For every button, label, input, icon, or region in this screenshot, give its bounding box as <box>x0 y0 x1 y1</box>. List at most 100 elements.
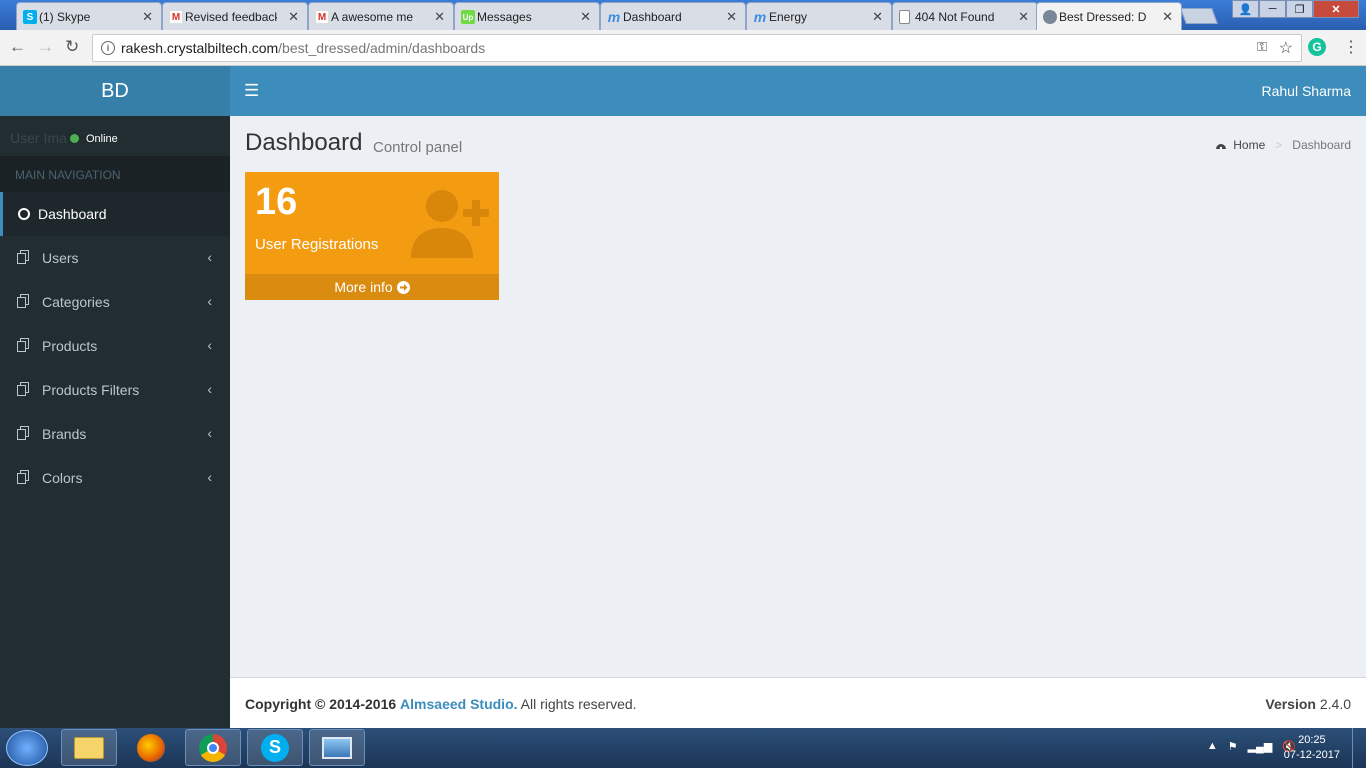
start-button[interactable] <box>6 730 48 766</box>
breadcrumb-home[interactable]: Home <box>1233 138 1265 152</box>
sidebar-header: MAIN NAVIGATION <box>0 156 230 192</box>
page-subtitle: Control panel <box>373 139 463 156</box>
minimize-button[interactable]: ─ <box>1259 0 1286 18</box>
restore-button[interactable]: ❐ <box>1286 0 1313 18</box>
user-image-alt: User Ima <box>10 130 67 146</box>
forward-arrow-icon[interactable]: → <box>37 37 54 57</box>
sidebar-item-label: Categories <box>42 294 110 310</box>
skype-icon: S <box>261 733 289 762</box>
chevron-left-icon: ‹ <box>207 337 212 353</box>
tab-best-dressed[interactable]: Best Dressed: D ✕ <box>1036 2 1182 30</box>
tab-title: Energy <box>769 9 808 24</box>
key-icon[interactable]: ⚿ <box>1257 39 1267 55</box>
network-signal-icon[interactable]: ▂▄▆ <box>1248 740 1273 753</box>
user-menu[interactable]: Rahul Sharma <box>1262 83 1352 99</box>
chevron-left-icon: ‹ <box>207 293 212 309</box>
firefox-taskbar-icon[interactable] <box>123 729 179 766</box>
page-icon <box>899 10 910 24</box>
user-status: Online <box>86 133 118 145</box>
copyright-text: Copyright © 2014-2016 <box>245 696 397 712</box>
sidebar-item-categories[interactable]: Categories ‹ <box>0 280 230 324</box>
db-icon <box>1043 10 1057 24</box>
sidebar-item-brands[interactable]: Brands ‹ <box>0 412 230 456</box>
info-icon[interactable]: i <box>101 41 115 55</box>
tab-404[interactable]: 404 Not Found ✕ <box>892 2 1038 30</box>
tab-title: Revised feedback <box>185 9 277 24</box>
copy-icon <box>17 470 29 484</box>
show-desktop-button[interactable] <box>1352 728 1366 768</box>
back-arrow-icon[interactable]: ← <box>9 37 26 57</box>
chevron-left-icon: ‹ <box>207 381 212 397</box>
skype-icon: S <box>23 10 37 24</box>
gmail-icon: M <box>315 10 329 24</box>
more-info-link[interactable]: More info <box>245 274 499 300</box>
copy-icon <box>17 338 29 352</box>
breadcrumb-current: Dashboard <box>1292 138 1351 152</box>
close-tab-icon[interactable]: ✕ <box>1018 9 1029 25</box>
m-logo-icon: m <box>607 9 621 25</box>
app-logo[interactable]: BD <box>0 66 230 116</box>
skype-taskbar-icon[interactable]: S <box>247 729 303 766</box>
close-tab-icon[interactable]: ✕ <box>580 9 591 25</box>
tab-title: 404 Not Found <box>915 9 995 24</box>
photo-viewer-taskbar-icon[interactable] <box>309 729 365 766</box>
close-tab-icon[interactable]: ✕ <box>1162 9 1173 25</box>
system-tray: ▲ ⚑ ▂▄▆ 🔇 <box>1207 740 1296 753</box>
close-tab-icon[interactable]: ✕ <box>726 9 737 25</box>
action-center-flag-icon[interactable]: ⚑ <box>1228 740 1238 753</box>
sidebar-item-label: Users <box>42 250 79 266</box>
close-tab-icon[interactable]: ✕ <box>434 9 445 25</box>
url-bar[interactable]: i rakesh.crystalbiltech.com/best_dressed… <box>92 34 1302 62</box>
chrome-taskbar-icon[interactable] <box>185 729 241 766</box>
copyright: Copyright © 2014-2016 Almsaeed Studio. A… <box>245 696 637 712</box>
online-status-icon <box>70 134 79 143</box>
explorer-taskbar-icon[interactable] <box>61 729 117 766</box>
tab-revised-feedback[interactable]: M Revised feedback ✕ <box>162 2 308 30</box>
picture-icon <box>322 736 352 759</box>
url-host: rakesh.crystalbiltech.com <box>121 40 279 56</box>
sidebar-item-users[interactable]: Users ‹ <box>0 236 230 280</box>
more-info-label: More info <box>334 279 393 295</box>
sidebar-item-label: Dashboard <box>38 206 107 222</box>
sidebar-item-label: Products Filters <box>42 382 140 398</box>
footer: Copyright © 2014-2016 Almsaeed Studio. A… <box>230 677 1366 728</box>
tray-expand-icon[interactable]: ▲ <box>1207 740 1218 753</box>
user-registrations-box: 16 User Registrations More info <box>245 172 499 300</box>
chevron-left-icon: ‹ <box>207 249 212 265</box>
user-panel: User Ima Online <box>0 116 230 156</box>
chrome-icon <box>199 733 227 762</box>
tab-dashboard[interactable]: m Dashboard ✕ <box>600 2 746 30</box>
tab-skype[interactable]: S (1) Skype ✕ <box>16 2 162 30</box>
close-tab-icon[interactable]: ✕ <box>142 9 153 25</box>
close-tab-icon[interactable]: ✕ <box>288 9 299 25</box>
close-window-button[interactable]: ✕ <box>1313 0 1359 18</box>
top-navbar: ☰ Rahul Sharma <box>230 66 1366 116</box>
tab-messages[interactable]: Up Messages ✕ <box>454 2 600 30</box>
sidebar-toggle-icon[interactable]: ☰ <box>244 81 259 101</box>
sidebar-item-colors[interactable]: Colors ‹ <box>0 456 230 500</box>
tab-energy[interactable]: m Energy ✕ <box>746 2 892 30</box>
sidebar-item-products-filters[interactable]: Products Filters ‹ <box>0 368 230 412</box>
company-link[interactable]: Almsaeed Studio. <box>400 696 517 712</box>
firefox-icon <box>137 733 165 762</box>
version-label: Version <box>1265 696 1316 712</box>
copy-icon <box>17 382 29 396</box>
version-number: 2.4.0 <box>1319 696 1351 712</box>
tab-awesome[interactable]: M A awesome me ✕ <box>308 2 454 30</box>
sidebar-item-dashboard[interactable]: Dashboard <box>0 192 230 236</box>
system-clock[interactable]: 20:25 07-12-2017 <box>1284 733 1340 763</box>
dashboard-gauge-icon <box>1216 144 1227 150</box>
taskbar: S ▲ ⚑ ▂▄▆ 🔇 20:25 07-12-2017 <box>0 728 1366 768</box>
sidebar-item-label: Brands <box>42 426 87 442</box>
chrome-menu-icon[interactable]: ⋮ <box>1343 37 1359 57</box>
tab-title: Messages <box>477 9 532 24</box>
new-tab-button[interactable] <box>1180 8 1218 24</box>
close-tab-icon[interactable]: ✕ <box>872 9 883 25</box>
tab-title: (1) Skype <box>39 9 91 24</box>
reload-icon[interactable]: ↻ <box>65 37 79 57</box>
grammarly-icon[interactable]: G <box>1308 38 1326 56</box>
copy-icon <box>17 294 29 308</box>
user-profile-icon[interactable]: 👤 <box>1232 0 1259 18</box>
sidebar-item-products[interactable]: Products ‹ <box>0 324 230 368</box>
bookmark-star-icon[interactable]: ☆ <box>1279 38 1293 58</box>
